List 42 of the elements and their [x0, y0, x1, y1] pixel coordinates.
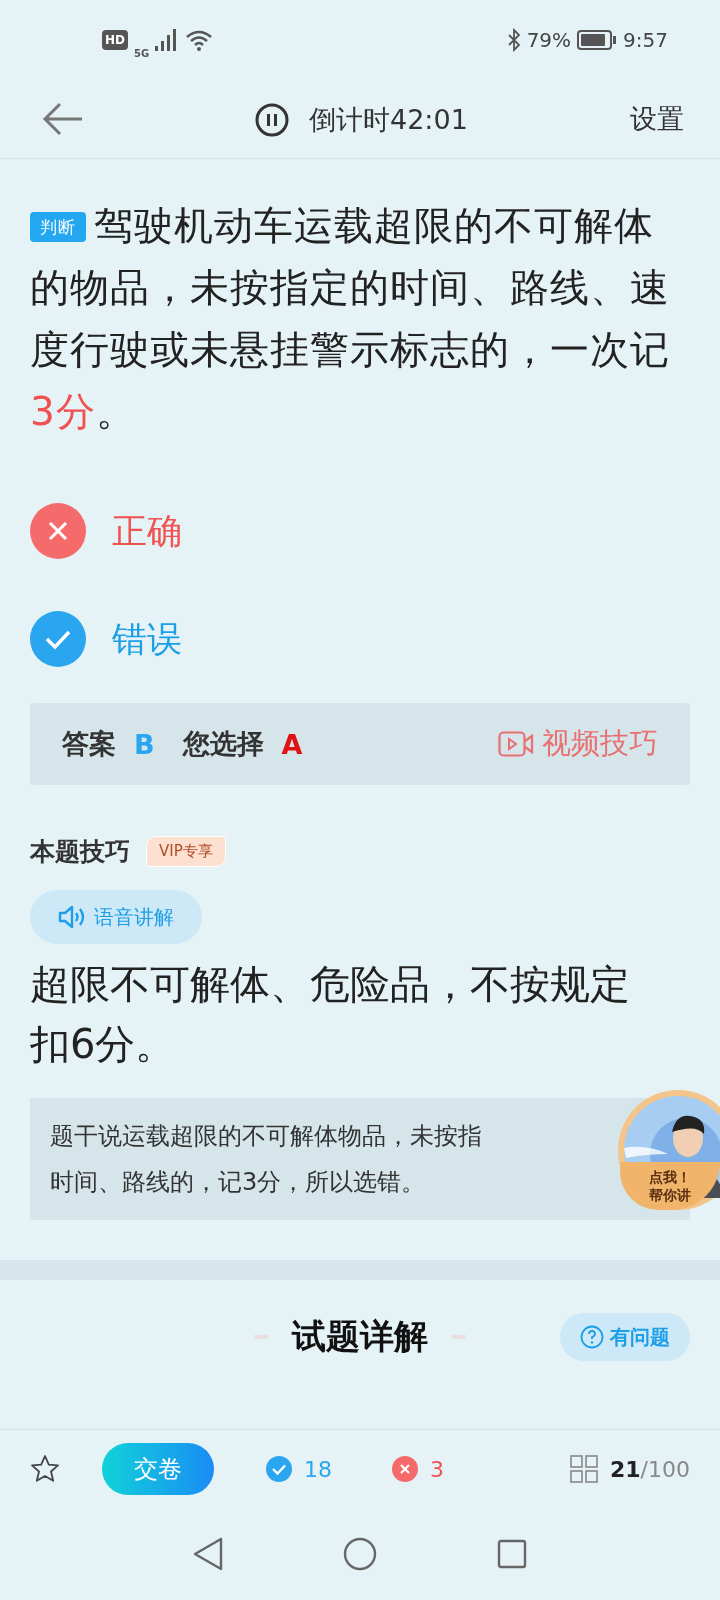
- question-text: 判断 驾驶机动车运载超限的不可解体的物品，未按指定的时间、路线、速度行驶或未悬挂警示标志的，一次记 3分。: [30, 202, 671, 436]
- submit-button[interactable]: 交卷: [102, 1443, 214, 1495]
- clock: 9:57: [623, 28, 668, 52]
- battery-percent: 79%: [526, 28, 572, 52]
- tip-summary: 超限不可解体、危险品，不按规定扣6分。: [30, 960, 631, 1069]
- tutor-button[interactable]: 点我！ 帮你讲: [616, 1088, 720, 1212]
- speaker-icon: [58, 905, 86, 929]
- audio-explain-button[interactable]: 语音讲解: [30, 890, 202, 944]
- check-circle-icon: [266, 1456, 292, 1482]
- video-tips-link[interactable]: 视频技巧: [498, 724, 658, 764]
- vip-badge: VIP专享: [146, 836, 226, 867]
- choice-label: 您选择: [182, 727, 264, 761]
- video-camera-icon: [498, 731, 534, 757]
- correct-answer: B: [134, 728, 155, 760]
- wrong-count: 3: [430, 1456, 444, 1482]
- home-nav-icon[interactable]: [343, 1537, 377, 1571]
- cross-circle-icon: [392, 1456, 418, 1482]
- question-mark-icon: [580, 1325, 604, 1349]
- tutor-label: 帮你讲: [649, 1186, 691, 1204]
- back-arrow-icon[interactable]: [42, 102, 84, 136]
- recents-nav-icon[interactable]: [497, 1539, 527, 1569]
- star-icon[interactable]: [30, 1454, 60, 1484]
- answer-option[interactable]: 错误: [0, 585, 720, 693]
- settings-link[interactable]: 设置: [630, 101, 684, 137]
- report-issue-button[interactable]: 有问题: [560, 1313, 690, 1361]
- your-answer: A: [281, 728, 303, 760]
- network-type: 5G: [134, 47, 150, 59]
- wifi-icon: [185, 29, 214, 51]
- tutor-label: 点我！: [649, 1168, 691, 1186]
- bluetooth-icon: [506, 28, 521, 52]
- pause-icon[interactable]: [255, 103, 289, 137]
- tip-title: 本题技巧: [30, 836, 130, 868]
- battery-icon: [577, 29, 618, 51]
- hd-icon: HD: [102, 30, 128, 50]
- correct-count: 18: [304, 1456, 332, 1482]
- explanation-text: 时间、路线的，记3分，所以选错。: [50, 1167, 426, 1198]
- answer-option[interactable]: 正确: [0, 477, 720, 585]
- section-title: 试题详解: [292, 1315, 428, 1358]
- explanation-text: 题干说运载超限的不可解体物品，未按指: [50, 1121, 482, 1152]
- answer-label: 答案: [62, 727, 116, 761]
- back-nav-icon[interactable]: [193, 1537, 223, 1571]
- countdown-timer: 倒计时42:01: [309, 103, 468, 137]
